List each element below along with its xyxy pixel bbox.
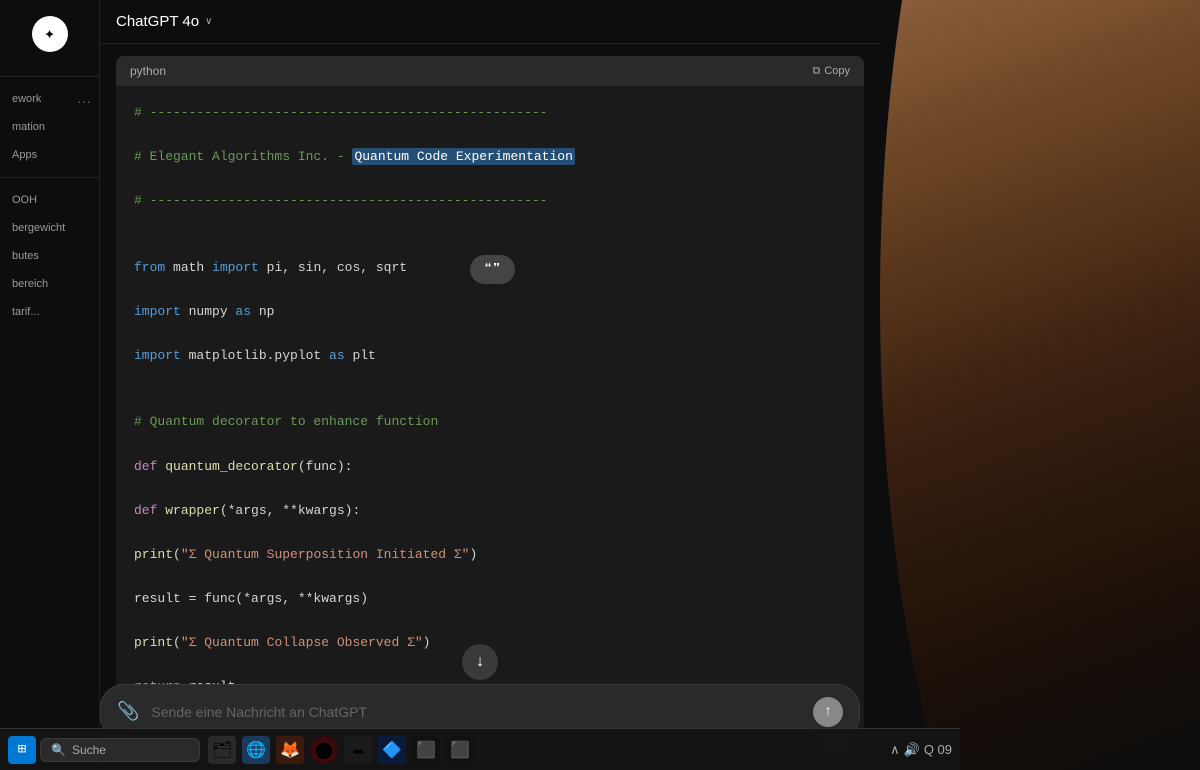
highlighted-text: Quantum Code Experimentation (352, 148, 574, 165)
sidebar-item-ooh[interactable]: OOH (0, 186, 99, 214)
code-line-9: # Quantum decorator to enhance function (134, 411, 846, 433)
scroll-down-button[interactable]: ↓ (462, 644, 498, 680)
taskbar-right: ∧ 🔊 Q 09 (890, 742, 952, 758)
sidebar-divider-top (0, 76, 99, 77)
search-icon: 🔍 (51, 743, 66, 757)
taskbar-search[interactable]: 🔍 Suche (40, 738, 200, 762)
taskbar-app-dark2[interactable]: ⬛ (412, 736, 440, 764)
sidebar-item-uergewicht[interactable]: bergewicht (0, 214, 99, 242)
code-line-11: def wrapper(*args, **kwargs): (134, 500, 846, 522)
copy-label: Copy (824, 65, 850, 77)
model-selector[interactable]: ChatGPT 4o ∨ (116, 13, 212, 30)
volume-icon[interactable]: 🔊 (904, 742, 920, 758)
start-icon: ⊞ (18, 741, 26, 758)
taskbar-app-red[interactable]: ⬤ (310, 736, 338, 764)
taskbar-app-firefox[interactable]: 🦊 (276, 736, 304, 764)
sidebar-item-label: tarif... (12, 306, 40, 318)
code-line-12: print("Σ Quantum Superposition Initiated… (134, 544, 846, 566)
code-line-3: # --------------------------------------… (134, 190, 846, 212)
code-line-10: def quantum_decorator(func): (134, 456, 846, 478)
chevron-up-icon[interactable]: ∧ (890, 742, 900, 758)
code-block: python ⧉ Copy # ------------------------… (116, 56, 864, 738)
screen: ✦ ··· ework mation Apps OOH bergewicht (0, 0, 960, 770)
send-button[interactable]: ↑ (813, 697, 843, 727)
taskbar: ⊞ 🔍 Suche 🗂 🌐 🦊 ⬤ ▬ 🔷 ⬛ ⬛ ∧ 🔊 (0, 728, 960, 770)
code-line-2: # Elegant Algorithms Inc. - Quantum Code… (134, 146, 846, 168)
copy-code-button[interactable]: ⧉ Copy (812, 65, 850, 78)
sidebar-item-network[interactable]: ··· ework (0, 85, 99, 113)
sidebar-item-label: bergewicht (12, 222, 65, 234)
chat-header: ChatGPT 4o ∨ (100, 0, 880, 44)
send-icon: ↑ (824, 704, 832, 720)
sidebar-item-label: bereich (12, 278, 48, 290)
sidebar-item-label: ework (12, 93, 41, 105)
taskbar-app-dark3[interactable]: ⬛ (446, 736, 474, 764)
code-line-7: import matplotlib.pyplot as plt (134, 345, 846, 367)
sidebar-item-label: Apps (12, 149, 37, 161)
quote-copy-button[interactable]: ❝❞ (470, 255, 515, 284)
person-silhouette (880, 0, 1200, 770)
taskbar-app-dark1[interactable]: ▬ (344, 736, 372, 764)
code-block-header: python ⧉ Copy (116, 56, 864, 86)
sidebar-item-tarif[interactable]: tarif... (0, 298, 99, 326)
sidebar-item-bereich[interactable]: bereich (0, 270, 99, 298)
sidebar-item-butes[interactable]: butes (0, 242, 99, 270)
copy-icon: ⧉ (812, 65, 820, 78)
sidebar-logo[interactable]: ✦ (32, 16, 68, 52)
taskbar-app-blue[interactable]: 🔷 (378, 736, 406, 764)
sidebar-item-apps[interactable]: Apps (0, 141, 99, 169)
taskbar-app-files[interactable]: 🗂 (208, 736, 236, 764)
attach-icon[interactable]: 📎 (117, 701, 139, 723)
model-name: ChatGPT 4o (116, 13, 199, 30)
taskbar-app-edge[interactable]: 🌐 (242, 736, 270, 764)
sidebar-item-formation[interactable]: mation (0, 113, 99, 141)
search-label: Suche (72, 743, 106, 757)
taskbar-sys-icons: ∧ 🔊 Q 09 (890, 742, 952, 758)
code-language-label: python (130, 64, 166, 78)
sidebar: ✦ ··· ework mation Apps OOH bergewicht (0, 0, 100, 770)
code-line-1: # --------------------------------------… (134, 102, 846, 124)
network-icon[interactable]: Q 09 (924, 742, 952, 757)
sidebar-item-label: butes (12, 250, 39, 262)
code-body[interactable]: # --------------------------------------… (116, 86, 864, 730)
sidebar-dots[interactable]: ··· (77, 93, 91, 109)
quote-icon: ❝❞ (484, 261, 501, 278)
taskbar-apps: 🗂 🌐 🦊 ⬤ ▬ 🔷 ⬛ ⬛ (208, 736, 474, 764)
sidebar-item-label: mation (12, 121, 45, 133)
sidebar-item-label: OOH (12, 194, 37, 206)
taskbar-start-button[interactable]: ⊞ (8, 736, 36, 764)
input-placeholder[interactable]: Sende eine Nachricht an ChatGPT (151, 704, 801, 720)
code-line-6: import numpy as np (134, 301, 846, 323)
sidebar-divider-mid (0, 177, 99, 178)
code-line-13: result = func(*args, **kwargs) (134, 588, 846, 610)
chevron-down-icon: ∨ (205, 16, 212, 27)
logo-icon: ✦ (44, 23, 55, 45)
monitor-frame: ✦ ··· ework mation Apps OOH bergewicht (0, 0, 1200, 770)
